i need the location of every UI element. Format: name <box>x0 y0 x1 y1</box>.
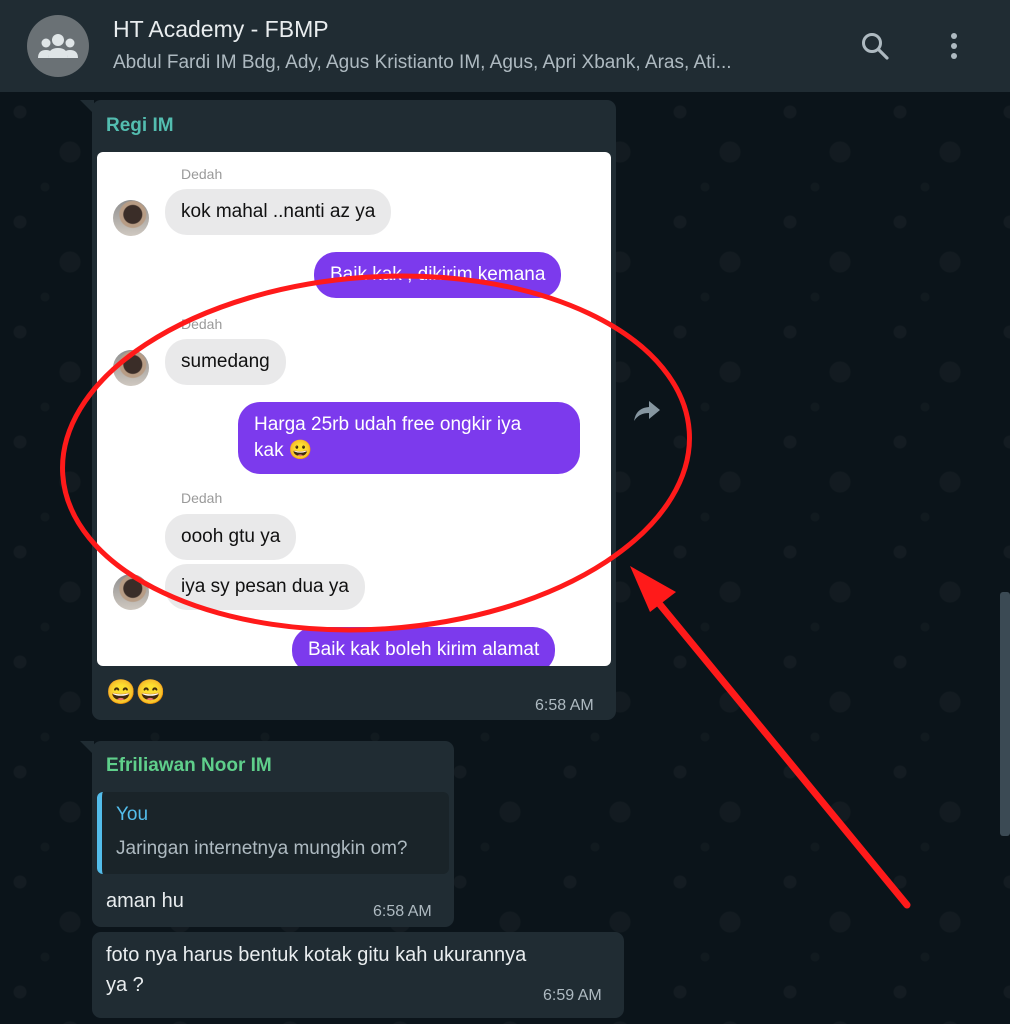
annotation-arrow-head <box>630 566 676 612</box>
annotation-arrow-line <box>644 586 911 909</box>
annotation-ellipse <box>60 273 692 633</box>
annotation-overlay <box>60 273 911 909</box>
